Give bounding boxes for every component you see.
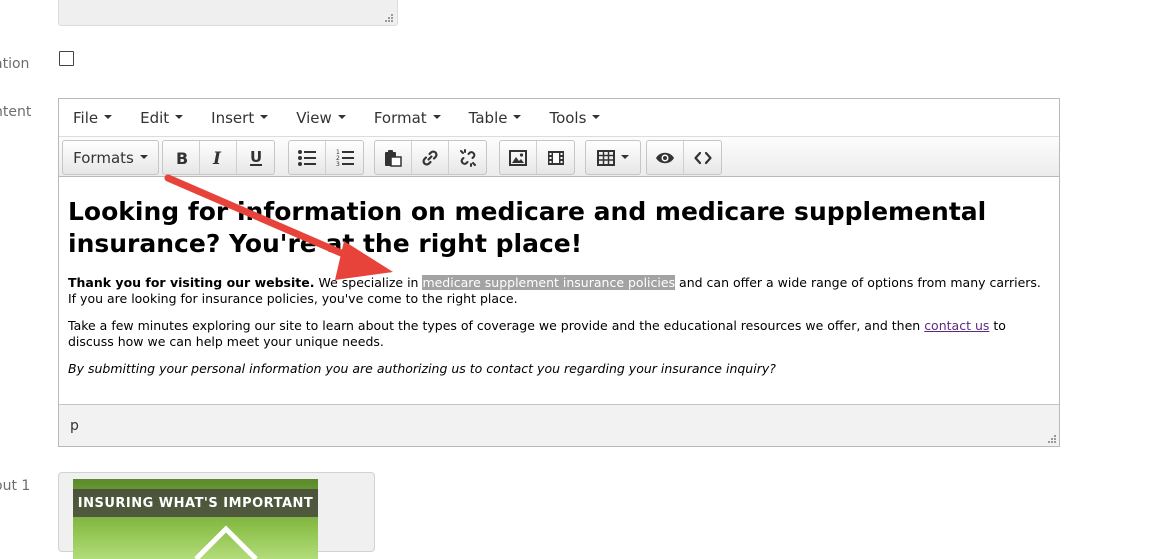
menu-edit[interactable]: Edit xyxy=(132,109,191,127)
menu-edit-label: Edit xyxy=(140,108,170,127)
source-code-button[interactable] xyxy=(684,141,721,174)
caret-down-icon xyxy=(139,154,148,159)
italic-button[interactable]: I xyxy=(200,141,237,174)
menu-file[interactable]: File xyxy=(65,109,120,127)
text-segment: Take a few minutes exploring our site to… xyxy=(68,318,925,333)
menu-file-label: File xyxy=(73,108,99,127)
bullet-list-button[interactable] xyxy=(289,141,326,174)
italic-icon: I xyxy=(212,150,222,166)
house-icon xyxy=(194,525,258,559)
menu-format-label: Format xyxy=(373,108,427,127)
text-segment: We specialize in xyxy=(314,275,423,290)
caret-down-icon xyxy=(104,115,113,119)
option-checkbox[interactable] xyxy=(59,51,74,66)
editor-statusbar: p xyxy=(59,404,1059,446)
editor-menubar: File Edit Insert View Format Table Tools xyxy=(59,99,1059,136)
insert-media-button[interactable] xyxy=(537,141,574,174)
image-icon xyxy=(509,149,527,166)
formats-dropdown[interactable]: Formats xyxy=(63,141,158,174)
unlink-button[interactable] xyxy=(449,141,486,174)
selected-text: medicare supplement insurance policies xyxy=(422,275,676,290)
insert-image-button[interactable] xyxy=(500,141,537,174)
numbered-list-icon: 123 xyxy=(336,149,354,167)
media-icon xyxy=(547,150,564,165)
text-style-group: B I U xyxy=(162,140,275,175)
table-icon xyxy=(597,149,615,166)
resize-grip-icon[interactable] xyxy=(1048,435,1056,443)
caret-down-icon xyxy=(175,115,184,119)
bullet-list-icon xyxy=(298,149,316,166)
field-label-cropped-3: out 1 xyxy=(0,478,31,494)
menu-insert[interactable]: Insert xyxy=(203,109,276,127)
preview-icon xyxy=(656,152,674,163)
content-heading: Looking for information on medicare and … xyxy=(68,197,987,258)
previous-textarea[interactable] xyxy=(58,0,398,26)
menu-insert-label: Insert xyxy=(211,108,255,127)
source-code-icon xyxy=(693,151,712,164)
element-path[interactable]: p xyxy=(70,418,79,434)
link-icon xyxy=(422,149,438,166)
rich-text-editor: File Edit Insert View Format Table Tools… xyxy=(58,98,1060,447)
table-group xyxy=(585,140,641,175)
menu-view[interactable]: View xyxy=(288,109,354,127)
caret-down-icon xyxy=(260,115,269,119)
caret-down-icon xyxy=(513,115,522,119)
paste-button[interactable] xyxy=(375,141,412,174)
formats-label: Formats xyxy=(73,148,134,167)
italic-text: By submitting your personal information … xyxy=(68,361,776,376)
view-group xyxy=(646,140,722,175)
banner-text: INSURING WHAT'S IMPORTANT xyxy=(73,489,318,517)
bold-icon: B xyxy=(176,150,188,166)
editor-toolbar: Formats B I U 123 xyxy=(59,136,1059,177)
menu-table[interactable]: Table xyxy=(461,109,530,127)
image-panel[interactable]: INSURING WHAT'S IMPORTANT xyxy=(58,472,375,559)
media-group xyxy=(499,140,575,175)
caret-down-icon xyxy=(621,154,629,159)
unlink-icon xyxy=(459,148,476,167)
content-paragraph-1: Thank you for visiting our website. We s… xyxy=(68,275,1047,307)
contact-us-link[interactable]: contact us xyxy=(924,318,989,333)
caret-down-icon xyxy=(337,115,346,119)
menu-tools[interactable]: Tools xyxy=(541,109,608,127)
content-paragraph-3: By submitting your personal information … xyxy=(68,361,1047,377)
content-paragraph-2: Take a few minutes exploring our site to… xyxy=(68,318,1047,350)
banner-thumbnail: INSURING WHAT'S IMPORTANT xyxy=(73,479,318,559)
menu-view-label: View xyxy=(296,108,332,127)
svg-text:U: U xyxy=(250,149,262,166)
menu-table-label: Table xyxy=(468,108,508,127)
svg-text:I: I xyxy=(212,150,222,166)
underline-icon: U xyxy=(249,149,262,166)
insert-table-button[interactable] xyxy=(586,141,640,174)
svg-text:B: B xyxy=(176,150,188,166)
formats-group: Formats xyxy=(62,140,159,175)
menu-tools-label: Tools xyxy=(549,108,587,127)
field-label-cropped-2: ntent xyxy=(0,104,32,120)
list-group: 123 xyxy=(288,140,364,175)
editor-content[interactable]: Looking for information on medicare and … xyxy=(68,196,1047,388)
caret-down-icon xyxy=(592,115,601,119)
numbered-list-button[interactable]: 123 xyxy=(326,141,363,174)
bold-button[interactable]: B xyxy=(163,141,200,174)
bold-text: Thank you for visiting our website. xyxy=(68,275,315,290)
svg-text:3: 3 xyxy=(336,161,340,167)
menu-format[interactable]: Format xyxy=(366,109,449,127)
field-label-cropped-1: ation xyxy=(0,56,30,72)
caret-down-icon xyxy=(432,115,441,119)
clipboard-link-group xyxy=(374,140,487,175)
insert-link-button[interactable] xyxy=(412,141,449,174)
preview-button[interactable] xyxy=(647,141,684,174)
resize-grip-icon[interactable] xyxy=(385,14,393,22)
paste-icon xyxy=(385,149,402,167)
underline-button[interactable]: U xyxy=(237,141,274,174)
